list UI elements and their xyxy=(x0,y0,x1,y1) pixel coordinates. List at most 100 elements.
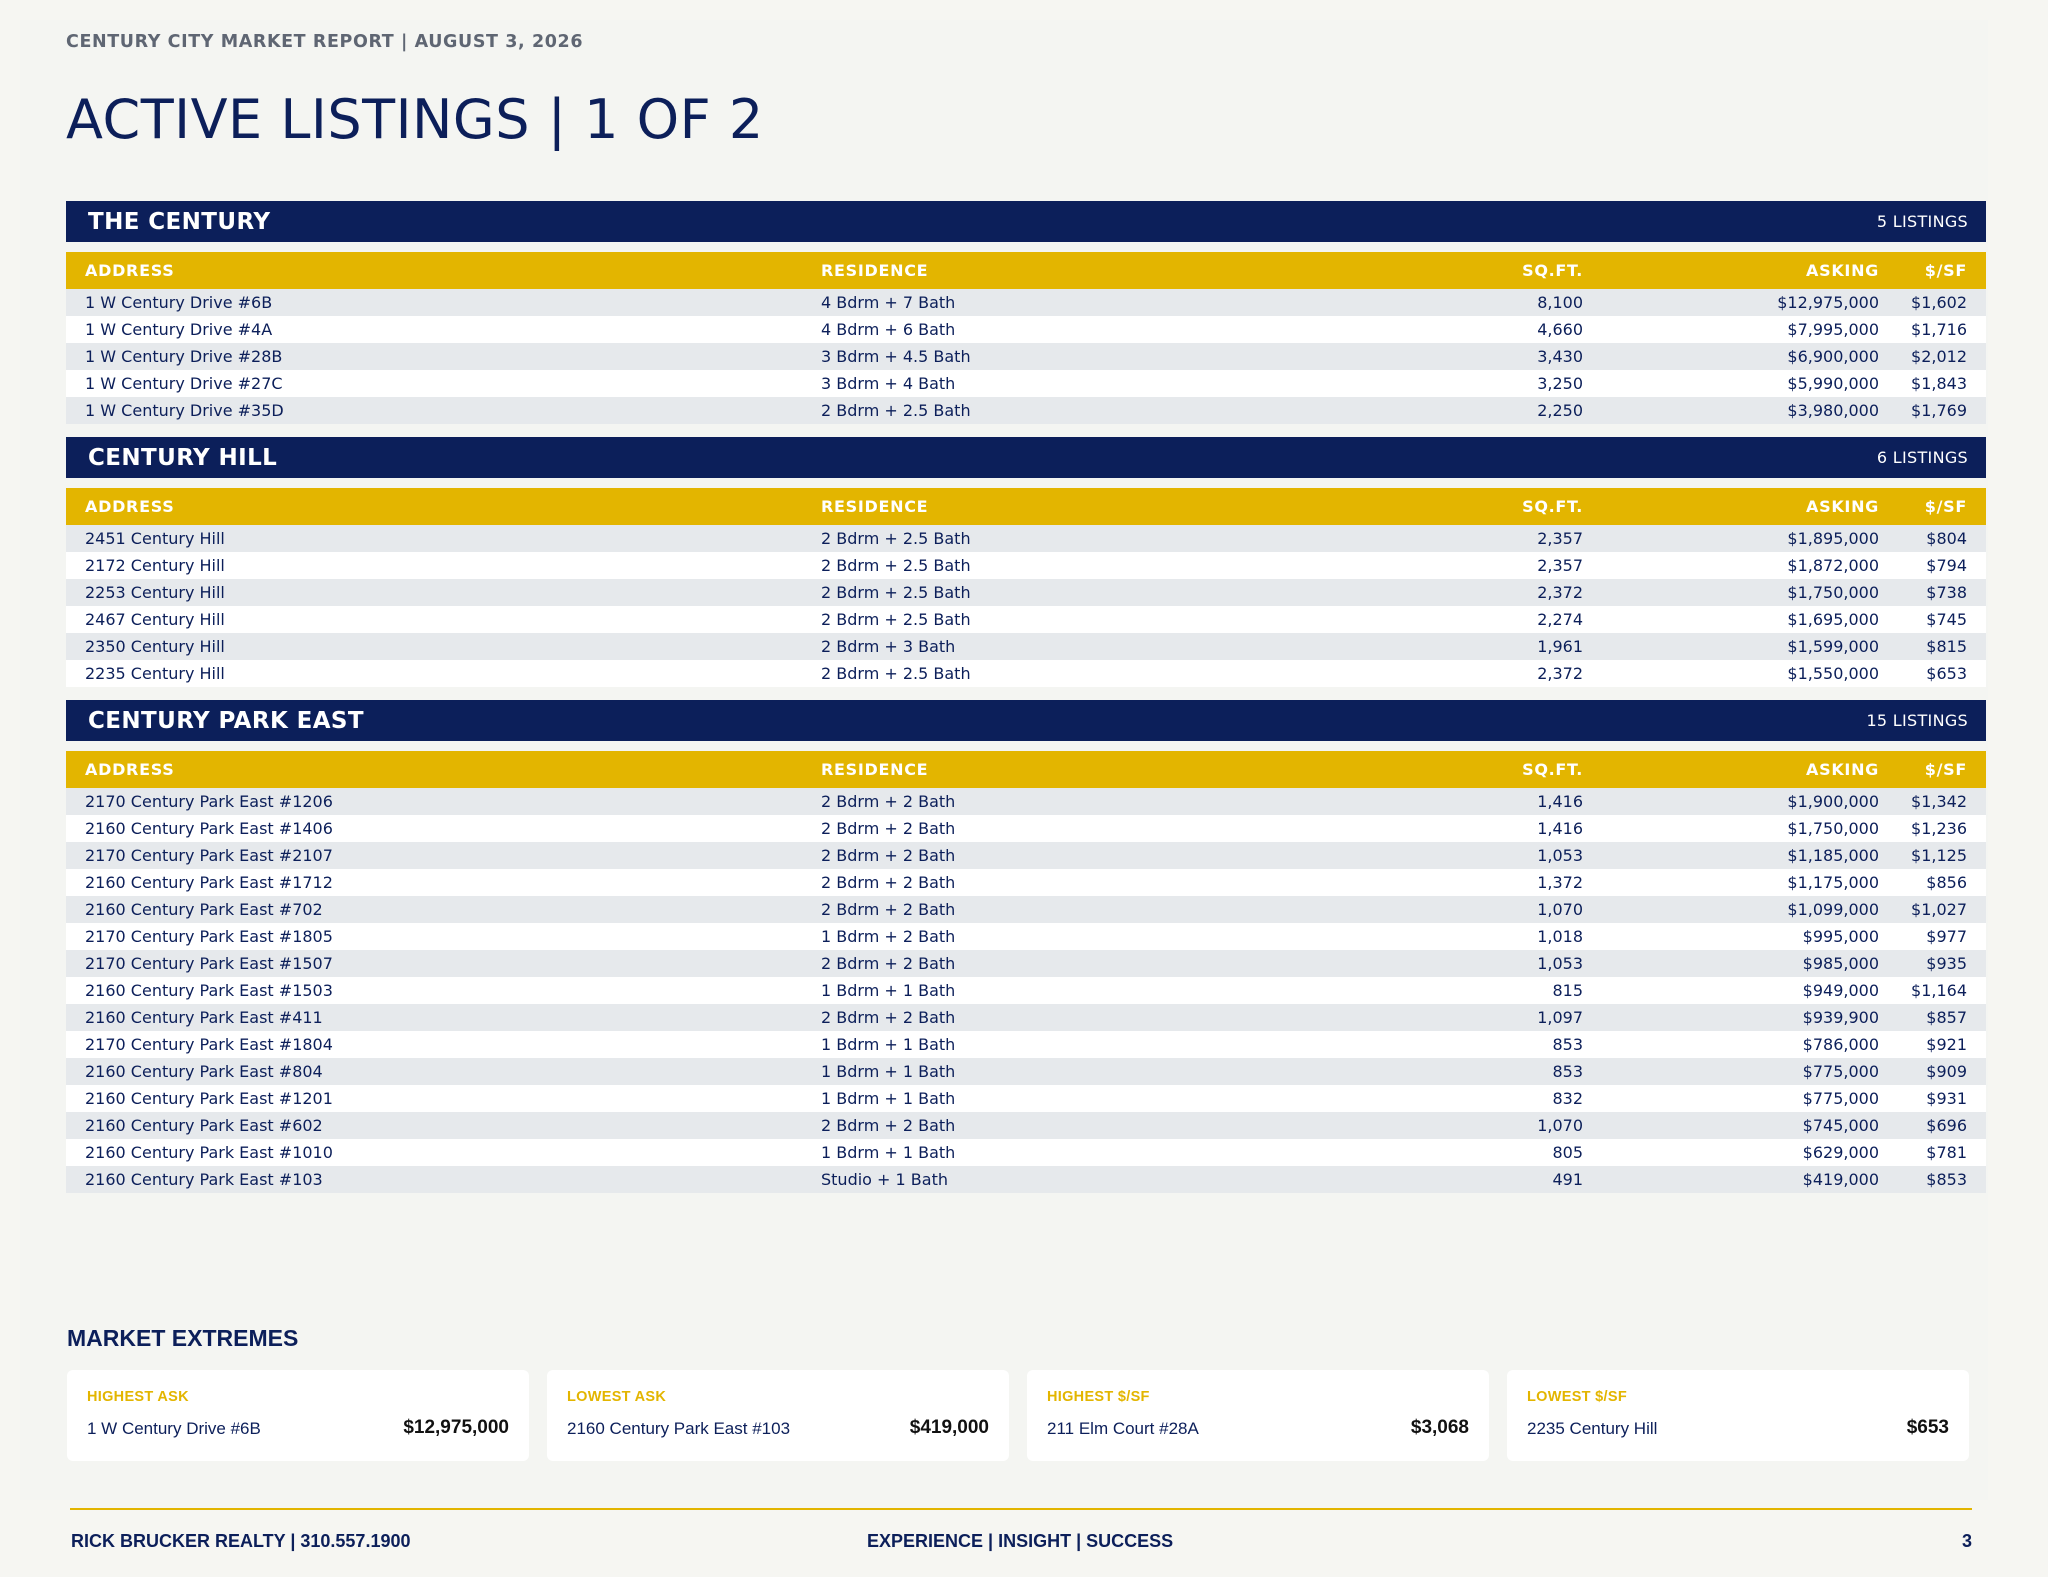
extreme-address: 211 Elm Court #28A xyxy=(1047,1419,1199,1438)
column-header-asking: ASKING xyxy=(1806,760,1879,779)
footer-divider xyxy=(70,1508,1972,1510)
column-header-row: ADDRESS RESIDENCE SQ.FT. ASKING $/SF xyxy=(66,751,1986,788)
extreme-value: $12,975,000 xyxy=(403,1417,509,1438)
cell-asking: $775,000 xyxy=(1802,1089,1879,1108)
cell-psf: $745 xyxy=(1926,610,1967,629)
extreme-card: HIGHEST ASK 1 W Century Drive #6B $12,975,… xyxy=(67,1370,529,1461)
extreme-label: LOWEST $/SF xyxy=(1527,1389,1627,1405)
cell-residence: 2 Bdrm + 2 Bath xyxy=(821,954,956,973)
cell-residence: 4 Bdrm + 7 Bath xyxy=(821,293,956,312)
cell-address: 2451 Century Hill xyxy=(85,529,225,548)
table-row: 1 W Century Drive #27C 3 Bdrm + 4 Bath 3,2… xyxy=(66,370,1986,397)
section-header: CENTURY HILL 6 LISTINGS xyxy=(66,437,1986,478)
cell-asking: $1,175,000 xyxy=(1787,873,1879,892)
column-header-psf: $/SF xyxy=(1924,497,1967,516)
cell-address: 2160 Century Park East #1712 xyxy=(85,873,333,892)
extreme-label: LOWEST ASK xyxy=(567,1389,667,1405)
column-header-address: ADDRESS xyxy=(85,760,175,779)
extreme-address: 2235 Century Hill xyxy=(1527,1419,1658,1438)
page-number: 3 xyxy=(1962,1531,1973,1551)
cell-sqft: 4,660 xyxy=(1537,320,1583,339)
column-header-address: ADDRESS xyxy=(85,261,175,280)
cell-psf: $794 xyxy=(1926,556,1967,575)
cell-asking: $786,000 xyxy=(1802,1035,1879,1054)
cell-asking: $1,750,000 xyxy=(1787,819,1879,838)
extreme-label: HIGHEST $/SF xyxy=(1047,1389,1150,1405)
column-header-asking: ASKING xyxy=(1806,497,1879,516)
cell-asking: $3,980,000 xyxy=(1787,401,1879,420)
table-row: 1 W Century Drive #4A 4 Bdrm + 6 Bath 4,66… xyxy=(66,316,1986,343)
cell-sqft: 1,070 xyxy=(1537,1116,1583,1135)
cell-asking: $985,000 xyxy=(1802,954,1879,973)
table-row: 2170 Century Park East #1507 2 Bdrm + 2 B… xyxy=(66,950,1986,977)
cell-sqft: 2,274 xyxy=(1537,610,1583,629)
cell-address: 2467 Century Hill xyxy=(85,610,225,629)
cell-sqft: 853 xyxy=(1552,1035,1583,1054)
report-kicker: CENTURY CITY MARKET REPORT | AUGUST 3, 2… xyxy=(66,32,584,52)
cell-residence: 2 Bdrm + 2.5 Bath xyxy=(821,556,971,575)
column-header-psf: $/SF xyxy=(1924,261,1967,280)
section-name: THE CENTURY xyxy=(88,208,271,235)
cell-residence: Studio + 1 Bath xyxy=(821,1170,948,1189)
cell-sqft: 1,097 xyxy=(1537,1008,1583,1027)
cell-residence: 2 Bdrm + 3 Bath xyxy=(821,637,956,656)
table-row: 2160 Century Park East #1712 2 Bdrm + 2 B… xyxy=(66,869,1986,896)
cell-sqft: 2,372 xyxy=(1537,664,1583,683)
table-row: 2160 Century Park East #1010 1 Bdrm + 1 B… xyxy=(66,1139,1986,1166)
cell-residence: 3 Bdrm + 4.5 Bath xyxy=(821,347,971,366)
cell-psf: $931 xyxy=(1926,1089,1967,1108)
table-row: 1 W Century Drive #28B 3 Bdrm + 4.5 Bath 3… xyxy=(66,343,1986,370)
cell-address: 2170 Century Park East #1805 xyxy=(85,927,333,946)
cell-address: 2170 Century Park East #1507 xyxy=(85,954,333,973)
table-row: 2160 Century Park East #1201 1 Bdrm + 1 B… xyxy=(66,1085,1986,1112)
cell-residence: 3 Bdrm + 4 Bath xyxy=(821,374,956,393)
cell-psf: $653 xyxy=(1926,664,1967,683)
cell-asking: $745,000 xyxy=(1802,1116,1879,1135)
cell-address: 2160 Century Park East #1010 xyxy=(85,1143,333,1162)
cell-address: 2160 Century Park East #103 xyxy=(85,1170,323,1189)
table-row: 2170 Century Park East #1805 1 Bdrm + 2 B… xyxy=(66,923,1986,950)
extreme-label: HIGHEST ASK xyxy=(87,1389,189,1405)
cell-psf: $815 xyxy=(1926,637,1967,656)
extreme-value: $3,068 xyxy=(1410,1417,1469,1438)
cell-sqft: 1,372 xyxy=(1537,873,1583,892)
cell-sqft: 1,416 xyxy=(1537,819,1583,838)
cell-residence: 2 Bdrm + 2 Bath xyxy=(821,846,956,865)
cell-asking: $419,000 xyxy=(1802,1170,1879,1189)
section-name: CENTURY HILL xyxy=(88,444,278,471)
column-header-sqft: SQ.FT. xyxy=(1522,497,1583,516)
cell-asking: $1,099,000 xyxy=(1787,900,1879,919)
cell-address: 2172 Century Hill xyxy=(85,556,225,575)
table-row: 2172 Century Hill 2 Bdrm + 2.5 Bath 2,357 $… xyxy=(66,552,1986,579)
cell-residence: 2 Bdrm + 2.5 Bath xyxy=(821,583,971,602)
cell-sqft: 815 xyxy=(1552,981,1583,1000)
column-header-row: ADDRESS RESIDENCE SQ.FT. ASKING $/SF xyxy=(66,252,1986,289)
extreme-address: 1 W Century Drive #6B xyxy=(87,1419,261,1438)
cell-asking: $1,550,000 xyxy=(1787,664,1879,683)
cell-asking: $1,695,000 xyxy=(1787,610,1879,629)
cell-asking: $7,995,000 xyxy=(1787,320,1879,339)
section-name: CENTURY PARK EAST xyxy=(88,707,364,734)
cell-sqft: 853 xyxy=(1552,1062,1583,1081)
cell-sqft: 1,961 xyxy=(1537,637,1583,656)
cell-residence: 2 Bdrm + 2 Bath xyxy=(821,1008,956,1027)
extreme-address: 2160 Century Park East #103 xyxy=(567,1419,791,1438)
cell-address: 2160 Century Park East #804 xyxy=(85,1062,323,1081)
cell-address: 1 W Century Drive #27C xyxy=(85,374,283,393)
market-extremes-title: MARKET EXTREMES xyxy=(67,1325,299,1351)
table-row: 2160 Century Park East #804 1 Bdrm + 1 Ba… xyxy=(66,1058,1986,1085)
cell-address: 1 W Century Drive #6B xyxy=(85,293,273,312)
cell-asking: $1,900,000 xyxy=(1787,792,1879,811)
table-row: 2451 Century Hill 2 Bdrm + 2.5 Bath 2,357 $… xyxy=(66,525,1986,552)
cell-psf: $738 xyxy=(1926,583,1967,602)
table-row: 2160 Century Park East #1503 1 Bdrm + 1 B… xyxy=(66,977,1986,1004)
table-row: 2253 Century Hill 2 Bdrm + 2.5 Bath 2,372 $… xyxy=(66,579,1986,606)
cell-asking: $949,000 xyxy=(1802,981,1879,1000)
cell-address: 2170 Century Park East #1206 xyxy=(85,792,333,811)
cell-sqft: 1,416 xyxy=(1537,792,1583,811)
column-header-residence: RESIDENCE xyxy=(821,261,929,280)
column-header-asking: ASKING xyxy=(1806,261,1879,280)
cell-residence: 1 Bdrm + 2 Bath xyxy=(821,927,956,946)
cell-psf: $1,602 xyxy=(1911,293,1967,312)
cell-residence: 2 Bdrm + 2 Bath xyxy=(821,819,956,838)
